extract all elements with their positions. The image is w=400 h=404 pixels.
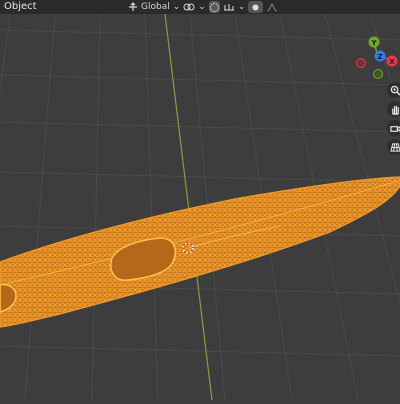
orientation-dropdown[interactable]: Global: [141, 1, 170, 13]
navigation-gizmo[interactable]: Y Z X: [352, 34, 398, 80]
pivot-link-icon[interactable]: [183, 1, 195, 13]
gizmo-x-label: X: [389, 58, 395, 66]
hand-pan-icon[interactable]: [387, 101, 400, 117]
camera-icon[interactable]: [387, 120, 400, 136]
chevron-down-icon: ⌄: [237, 2, 246, 12]
snap-target-icon[interactable]: [223, 1, 235, 13]
viewport-canvas: [0, 13, 400, 401]
orientation-icon: [128, 1, 138, 13]
perspective-grid-icon[interactable]: [387, 139, 400, 155]
transform-controls: Global ⌄ ⌄ ⌄: [128, 0, 278, 14]
gizmo-y-label: Y: [370, 39, 377, 47]
zoom-icon[interactable]: [387, 82, 400, 98]
chevron-down-icon: ⌄: [172, 2, 181, 12]
mode-selector[interactable]: Object: [0, 0, 41, 14]
3d-viewport[interactable]: Object Global ⌄ ⌄ ⌄ Y Z X: [0, 0, 400, 401]
snap-toggle-icon[interactable]: [208, 1, 220, 13]
chevron-down-icon: ⌄: [198, 2, 206, 12]
proportional-edit-icon[interactable]: [248, 1, 264, 13]
falloff-icon[interactable]: [266, 1, 278, 13]
gizmo-z-label: Z: [377, 53, 382, 61]
viewport-header: Object Global ⌄ ⌄ ⌄: [0, 0, 400, 14]
